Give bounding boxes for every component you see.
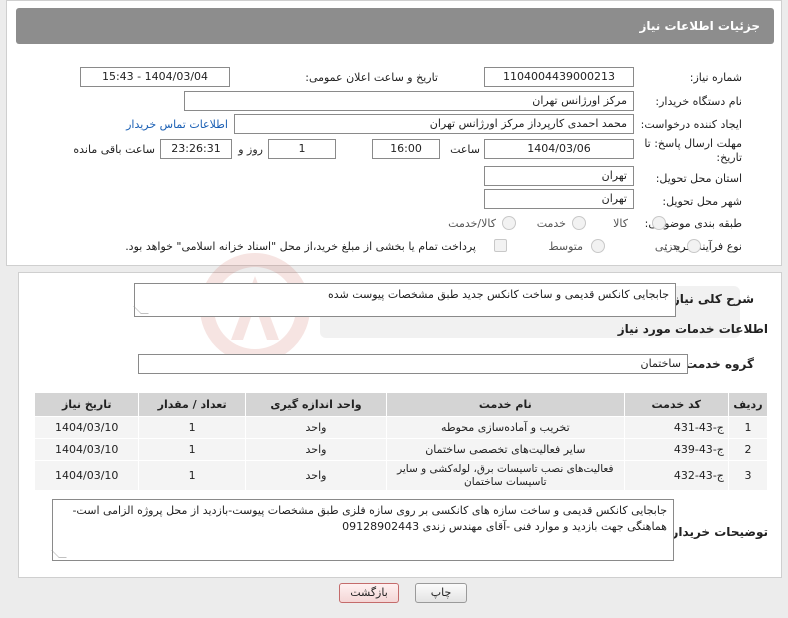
page-title: جزئیات اطلاعات نیاز: [16, 8, 774, 44]
announce-datetime-label: تاریخ و ساعت اعلان عمومی:: [305, 71, 438, 84]
service-name: فعالیت‌های نصب تاسیسات برق، لوله‌کشی و س…: [386, 460, 625, 491]
category-option-goods: کالا: [613, 217, 628, 230]
quantity: 1: [138, 416, 246, 439]
category-option-goods-service: کالا/خدمت: [448, 217, 496, 230]
deadline-days-label: روز و: [238, 143, 263, 156]
col-need-date: تاریخ نیاز: [33, 392, 140, 417]
row-number: 3: [727, 460, 769, 491]
remaining-time-field: 23:26:31: [160, 139, 232, 159]
deadline-days-field: 1: [268, 139, 336, 159]
service-group-field: ساختمان: [138, 354, 688, 374]
delivery-city-field: تهران: [484, 189, 634, 209]
service-code: ج-43-431: [623, 416, 729, 439]
unit: واحد: [244, 416, 388, 439]
table-row: 3 ج-43-432 فعالیت‌های نصب تاسیسات برق، ل…: [33, 460, 769, 491]
buyer-contact-link[interactable]: اطلاعات تماس خریدار: [126, 118, 228, 131]
delivery-province-label: استان محل تحویل:: [655, 172, 742, 185]
col-row-number: ردیف: [727, 392, 769, 417]
summary-label: شرح کلی نیاز:: [668, 292, 754, 306]
category-option-service: خدمت: [536, 217, 566, 230]
service-name: تخریب و آماده‌سازی محوطه: [386, 416, 625, 439]
summary-textarea[interactable]: جابجایی کانکس قدیمی و ساخت کانکس جدید طب…: [133, 283, 676, 317]
table-header-row: ردیف کد خدمت نام خدمت واحد اندازه گیری ت…: [33, 392, 769, 417]
row-number: 2: [727, 438, 769, 461]
delivery-province-field: تهران: [484, 166, 634, 186]
table-row: 1 ج-43-431 تخریب و آماده‌سازی محوطه واحد…: [33, 416, 769, 439]
buyer-org-label: نام دستگاه خریدار:: [655, 95, 742, 108]
purchase-radio-medium[interactable]: [591, 239, 605, 253]
deadline-label-date: تاریخ:: [716, 151, 742, 164]
deadline-date-field: 1404/03/06: [484, 139, 634, 159]
resize-grip-icon[interactable]: [51, 550, 67, 558]
service-code: ج-43-432: [623, 460, 729, 491]
buyer-org-field: مرکز اورژانس تهران: [184, 91, 634, 111]
need-date: 1404/03/10: [33, 460, 140, 491]
category-radio-goods-service[interactable]: [502, 216, 516, 230]
remaining-time-label: ساعت باقی مانده: [73, 143, 155, 156]
need-number-field: 1104004439000213: [484, 67, 634, 87]
need-date: 1404/03/10: [33, 416, 140, 439]
col-service-name: نام خدمت: [386, 392, 625, 417]
category-radio-service[interactable]: [572, 216, 586, 230]
row-number: 1: [727, 416, 769, 439]
service-group-label: گروه خدمت:: [680, 357, 754, 371]
purchase-option-medium: متوسط: [548, 240, 583, 253]
col-quantity: تعداد / مقدار: [138, 392, 246, 417]
unit: واحد: [244, 460, 388, 491]
table-row: 2 ج-43-439 سایر فعالیت‌های تخصصی ساختمان…: [33, 438, 769, 461]
deadline-time-label: ساعت: [450, 143, 480, 156]
back-button[interactable]: بازگشت: [339, 583, 399, 603]
unit: واحد: [244, 438, 388, 461]
services-section-title: اطلاعات خدمات مورد نیاز: [617, 322, 768, 336]
service-code: ج-43-439: [623, 438, 729, 461]
purchase-option-minor: جزیی: [654, 240, 680, 253]
quantity: 1: [138, 460, 246, 491]
print-button[interactable]: چاپ: [415, 583, 467, 603]
quantity: 1: [138, 438, 246, 461]
col-service-code: کد خدمت: [623, 392, 729, 417]
services-table: ردیف کد خدمت نام خدمت واحد اندازه گیری ت…: [33, 392, 769, 491]
announce-datetime-field: 1404/03/04 - 15:43: [80, 67, 230, 87]
requester-field: محمد احمدی کارپرداز مرکز اورژانس تهران: [234, 114, 634, 134]
deadline-time-field: 16:00: [372, 139, 440, 159]
buyer-notes-textarea[interactable]: جابجایی کانکس قدیمی و ساخت سازه های کانک…: [51, 499, 674, 561]
treasury-bond-checkbox[interactable]: [494, 239, 507, 252]
requester-label: ایجاد کننده درخواست:: [640, 118, 742, 131]
deadline-label: مهلت ارسال پاسخ: تا: [644, 137, 742, 150]
need-number-label: شماره نیاز:: [689, 71, 742, 84]
col-unit: واحد اندازه گیری: [244, 392, 388, 417]
service-name: سایر فعالیت‌های تخصصی ساختمان: [386, 438, 625, 461]
summary-text: جابجایی کانکس قدیمی و ساخت کانکس جدید طب…: [327, 288, 669, 301]
resize-grip-icon[interactable]: [133, 306, 149, 314]
category-radio-goods[interactable]: [652, 216, 666, 230]
need-date: 1404/03/10: [33, 438, 140, 461]
buyer-notes-label: توضیحات خریدار:: [666, 525, 768, 539]
delivery-city-label: شهر محل تحویل:: [662, 195, 742, 208]
buyer-notes-text: جابجایی کانکس قدیمی و ساخت سازه های کانک…: [72, 504, 667, 533]
purchase-radio-minor[interactable]: [687, 239, 701, 253]
treasury-bond-text: پرداخت تمام یا بخشی از مبلغ خرید،از محل …: [125, 240, 476, 253]
